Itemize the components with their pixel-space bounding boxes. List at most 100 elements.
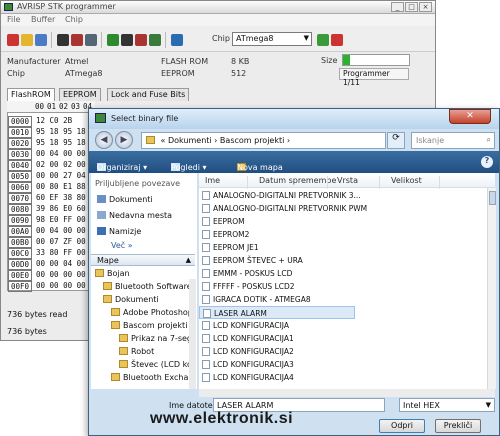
file-icon <box>202 191 210 200</box>
file-row[interactable]: EEPROM <box>199 215 355 228</box>
file-row[interactable]: LCD KONFIGURACIJA1 <box>199 332 355 345</box>
favorite-more[interactable]: Več » <box>111 241 133 250</box>
column-type[interactable]: Vrsta <box>337 176 358 185</box>
scroll-thumb[interactable] <box>489 191 496 205</box>
hex-row[interactable]: 00F0 00 00 00 00 <box>8 281 94 292</box>
hex-address: 00F0 <box>8 281 32 292</box>
tab-flashrom[interactable]: FlashROM <box>7 88 55 101</box>
hex-row[interactable]: 0070 60 EF 38 80 <box>8 193 94 204</box>
column-name[interactable]: Ime <box>205 176 220 185</box>
file-list-scrollbar[interactable] <box>487 188 496 389</box>
file-row[interactable]: ANALOGNO-DIGITALNI PRETVORNIK 3... <box>199 189 361 202</box>
open-button[interactable]: Odpri <box>379 419 425 433</box>
hex-row[interactable]: 00C0 33 80 FF 00 <box>8 248 94 259</box>
hex-grid[interactable]: 0000 12 C0 2B 0010 95 18 95 18 0020 95 18 95 … <box>7 101 95 292</box>
file-icon <box>202 230 210 239</box>
verify-icon[interactable] <box>85 34 97 46</box>
filetype-select[interactable]: Intel HEX ▼ <box>399 398 495 412</box>
erase-icon[interactable] <box>7 34 19 46</box>
chip-read-icon[interactable] <box>121 34 133 46</box>
app-icon <box>4 3 13 11</box>
folder-icon <box>146 136 155 144</box>
hex-row[interactable]: 0050 00 00 27 04 <box>8 171 94 182</box>
hex-row[interactable]: 00D0 00 00 04 00 <box>8 259 94 270</box>
hex-row[interactable]: 00A0 00 04 00 00 <box>8 226 94 237</box>
detect-icon[interactable] <box>317 34 329 46</box>
folder-icon <box>111 308 120 316</box>
search-icon: ⌕ <box>486 135 491 144</box>
chip-write-icon[interactable] <box>135 34 147 46</box>
file-row[interactable]: LCD KONFIGURACIJA4 <box>199 371 355 384</box>
menu-buffer[interactable]: Buffer <box>31 15 55 24</box>
hex-row[interactable]: 0020 95 18 95 18 <box>8 138 94 149</box>
search-input[interactable]: Iskanje ⌕ <box>411 132 495 149</box>
favorite-desktop[interactable]: Namizje <box>97 227 141 236</box>
horizontal-scrollbar[interactable] <box>199 389 495 397</box>
forward-icon[interactable]: ▶ <box>115 131 133 149</box>
chip-select[interactable]: ATmega8 ▼ <box>232 32 312 46</box>
manufacturer-label: Manufacturer <box>7 57 61 66</box>
tree-item[interactable]: Prikaz na 7-seg <box>119 334 189 343</box>
hex-address: 0020 <box>8 138 32 149</box>
hex-row[interactable]: 0060 00 80 E1 88 <box>8 182 94 193</box>
file-row[interactable]: ANALOGNO-DIGITALNI PRETVORNIK PWM <box>199 202 367 215</box>
refresh-icon[interactable]: ⟳ <box>387 132 405 149</box>
tab-lock-fuse[interactable]: Lock and Fuse Bits <box>107 88 190 101</box>
help-icon[interactable]: ? <box>481 156 493 168</box>
folder-icon <box>119 360 128 368</box>
favorite-documents[interactable]: Dokumenti <box>97 195 153 204</box>
tree-item[interactable]: Bluetooth Exchange <box>111 373 189 382</box>
folders-header-bar[interactable]: Mape ▲ <box>91 254 195 266</box>
menu-chip[interactable]: Chip <box>65 15 83 24</box>
file-icon <box>202 334 210 343</box>
file-row[interactable]: LCD KONFIGURACIJA2 <box>199 345 355 358</box>
address-bar[interactable]: « Dokumenti › Bascom projekti › <box>141 132 386 149</box>
hex-row[interactable]: 0000 12 C0 2B <box>8 116 94 127</box>
desktop-icon <box>97 227 106 235</box>
file-row[interactable]: LCD KONFIGURACIJA3 <box>199 358 355 371</box>
tree-item[interactable]: Bluetooth Software <box>103 282 189 291</box>
hex-row[interactable]: 0080 39 86 E0 60 <box>8 204 94 215</box>
file-row[interactable]: EMMM - POSKUS LCD <box>199 267 355 280</box>
column-date[interactable]: Datum spremembe <box>259 176 336 185</box>
settings-icon[interactable] <box>171 34 183 46</box>
file-row[interactable]: IGRACA DOTIK - ATMEGA8 <box>199 293 355 306</box>
tree-item[interactable]: Števec (LCD kon <box>119 360 189 369</box>
hex-row[interactable]: 00E0 00 00 00 00 <box>8 270 94 281</box>
open-icon[interactable] <box>21 34 33 46</box>
file-row[interactable]: EEPROM2 <box>199 228 355 241</box>
hex-row[interactable]: 0030 00 04 00 00 <box>8 149 94 160</box>
menu-file[interactable]: File <box>7 15 20 24</box>
dialog-close-button[interactable]: ✕ <box>449 109 491 124</box>
back-icon[interactable]: ◀ <box>95 131 113 149</box>
tree-item[interactable]: Robot <box>119 347 154 356</box>
hex-row[interactable]: 0040 02 00 02 00 <box>8 160 94 171</box>
maximize-button[interactable]: □ <box>405 2 418 12</box>
nav-scrollbar[interactable] <box>189 279 196 389</box>
save-icon[interactable] <box>35 34 47 46</box>
hex-row[interactable]: 0010 95 18 95 18 <box>8 127 94 138</box>
favorite-recent[interactable]: Nedavna mesta <box>97 211 172 220</box>
tab-eeprom[interactable]: EEPROM <box>59 88 101 101</box>
cancel-button[interactable]: Prekliči <box>435 419 481 433</box>
column-size[interactable]: Velikost <box>391 176 422 185</box>
tree-item[interactable]: Dokumenti <box>103 295 159 304</box>
file-row[interactable]: EEPROM ŠTEVEC + URA <box>199 254 355 267</box>
tree-item[interactable]: Bascom projekti <box>111 321 187 330</box>
hex-row[interactable]: 00B0 00 07 ZF 00 <box>8 237 94 248</box>
file-row[interactable]: LCD KONFIGURACIJA <box>199 319 355 332</box>
file-icon <box>202 295 210 304</box>
hex-row[interactable]: 0090 98 E0 FF 00 <box>8 215 94 226</box>
file-row[interactable]: LASER ALARM <box>199 306 355 319</box>
stop-icon[interactable] <box>331 34 343 46</box>
file-row[interactable]: FFFFF - POSKUS LCD2 <box>199 280 355 293</box>
file-row[interactable]: EEPROM JE1 <box>199 241 355 254</box>
write-icon[interactable] <box>71 34 83 46</box>
fuse-icon[interactable] <box>149 34 161 46</box>
tree-item[interactable]: Adobe Photoshop <box>111 308 189 317</box>
close-button[interactable]: × <box>419 2 432 12</box>
read-icon[interactable] <box>57 34 69 46</box>
program-icon[interactable] <box>107 34 119 46</box>
minimize-button[interactable]: _ <box>391 2 404 12</box>
tree-item[interactable]: Bojan <box>95 269 130 278</box>
